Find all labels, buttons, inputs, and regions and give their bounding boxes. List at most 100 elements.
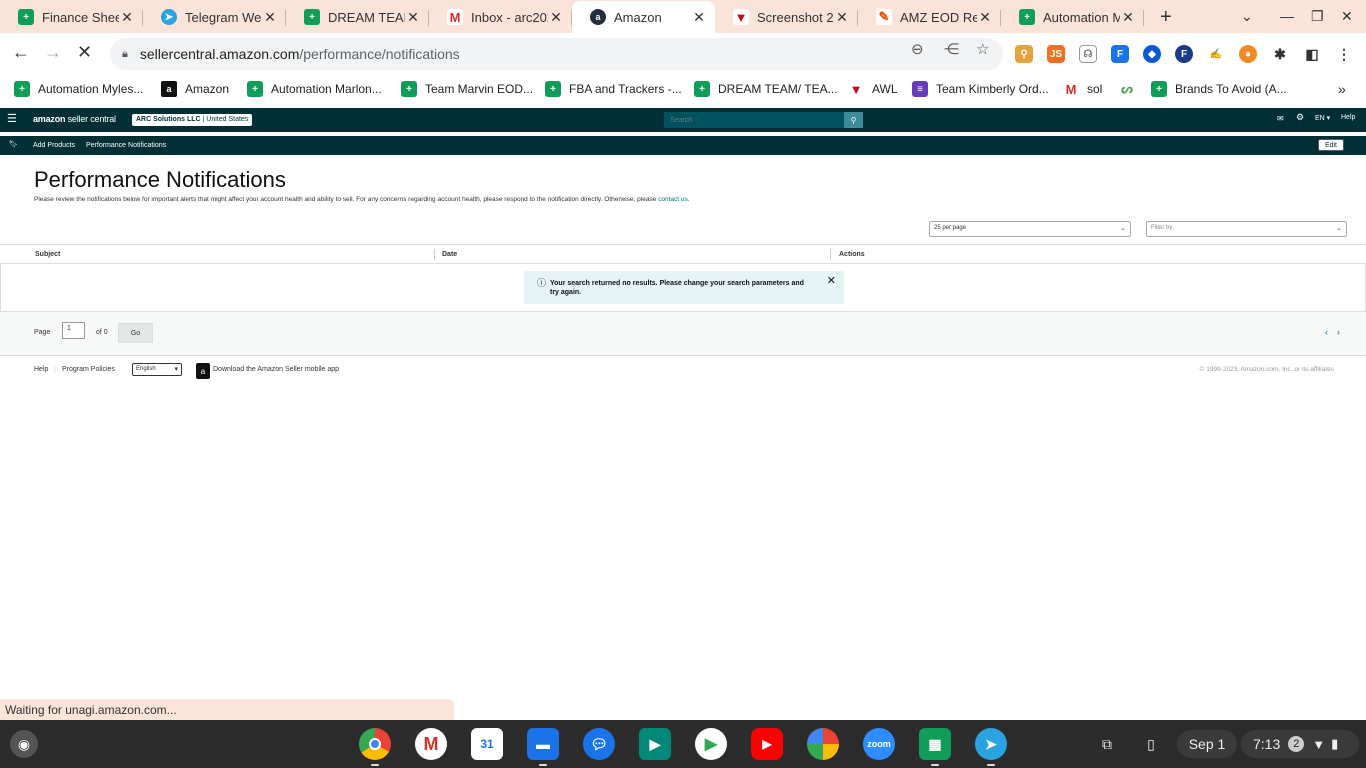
bookmark-star-icon[interactable]: ☆ bbox=[976, 40, 989, 58]
restore-icon[interactable]: ❐ bbox=[1311, 8, 1324, 25]
close-icon[interactable]: ✕ bbox=[834, 9, 850, 26]
zoom-icon[interactable]: ⊖ bbox=[911, 40, 924, 58]
tab-search-icon[interactable]: ⌄ bbox=[1241, 8, 1253, 25]
stop-loading-icon[interactable]: ✕ bbox=[77, 42, 92, 63]
bookmark-item[interactable]: + DREAM TEAM/ TEA... bbox=[694, 81, 838, 97]
ring-extension-icon[interactable]: ◆ bbox=[1143, 45, 1161, 63]
messages-icon[interactable]: 💬︎ bbox=[583, 728, 615, 760]
tab-telegram[interactable]: ➤ Telegram Web ✕ bbox=[143, 1, 286, 33]
hamburger-menu-icon[interactable]: ☰ bbox=[7, 112, 17, 125]
fba-extension-icon[interactable]: F bbox=[1111, 45, 1129, 63]
holding-space-icon[interactable]: ⧉ bbox=[1092, 730, 1122, 758]
tab-finance-sheet[interactable]: + Finance Sheet ✕ bbox=[0, 1, 143, 33]
close-window-icon[interactable]: ✕ bbox=[1341, 8, 1353, 25]
bookmark-item[interactable]: + Automation Myles... bbox=[14, 81, 143, 97]
tab-screenshot[interactable]: ▼ Screenshot 20 ✕ bbox=[715, 1, 858, 33]
youtube-icon[interactable]: ▶ bbox=[751, 728, 783, 760]
tab-inbox[interactable]: M Inbox - arc202 ✕ bbox=[429, 1, 572, 33]
footer-help-link[interactable]: Help bbox=[34, 366, 48, 373]
help-link[interactable]: Help bbox=[1341, 114, 1355, 121]
share-icon[interactable]: ⋲ bbox=[944, 40, 959, 58]
chrome-icon[interactable] bbox=[359, 728, 391, 766]
sign-extension-icon[interactable]: ✍ bbox=[1207, 45, 1225, 63]
footer-language-select[interactable]: English ▾ bbox=[132, 363, 182, 376]
bookmark-item[interactable]: + Team Marvin EOD... bbox=[401, 81, 533, 97]
bookmark-item[interactable]: + FBA and Trackers -... bbox=[545, 81, 682, 97]
tab-dream-team[interactable]: + DREAM TEAM/ ✕ bbox=[286, 1, 429, 33]
bookmark-item[interactable]: ᔕ bbox=[1119, 81, 1143, 97]
close-icon[interactable]: ✕ bbox=[548, 9, 564, 26]
side-panel-icon[interactable]: ◧ bbox=[1303, 45, 1321, 63]
back-icon[interactable]: ← bbox=[12, 42, 30, 63]
gear-icon[interactable]: ⚙ bbox=[1296, 112, 1304, 123]
forward-icon[interactable]: → bbox=[44, 42, 62, 63]
tab-amz-eod[interactable]: ✎ AMZ EOD Repo ✕ bbox=[858, 1, 1001, 33]
bookmark-item[interactable]: Msol bbox=[1063, 81, 1102, 97]
seller-central-logo[interactable]: amazon seller central bbox=[33, 114, 116, 124]
browser-tab-strip: + Finance Sheet ✕ ➤ Telegram Web ✕ + DRE… bbox=[0, 0, 1366, 33]
bookmark-label: AWL bbox=[872, 82, 898, 96]
mail-icon[interactable]: ✉ bbox=[1277, 114, 1284, 123]
bookmark-item[interactable]: + Automation Marlon... bbox=[247, 81, 382, 97]
photos-icon[interactable] bbox=[807, 728, 839, 760]
calendar-icon[interactable]: 31 bbox=[471, 728, 503, 760]
headset-extension-icon[interactable]: ☊ bbox=[1079, 45, 1097, 63]
per-page-select[interactable]: 25 per page ⌄ bbox=[929, 221, 1131, 237]
nav-performance-notifications[interactable]: Performance Notifications bbox=[86, 142, 166, 149]
f-extension-icon[interactable]: F bbox=[1175, 45, 1193, 63]
column-subject[interactable]: Subject bbox=[29, 251, 60, 258]
play-store-icon[interactable]: ▶ bbox=[695, 728, 727, 760]
js-extension-icon[interactable]: JS bbox=[1047, 45, 1065, 63]
close-icon[interactable]: ✕ bbox=[691, 9, 707, 26]
close-icon[interactable]: ✕ bbox=[827, 276, 836, 287]
bookmark-item[interactable]: ▼ AWL bbox=[848, 81, 898, 97]
date-display[interactable]: Sep 1 bbox=[1177, 730, 1237, 758]
contact-us-link[interactable]: contact us bbox=[658, 196, 688, 203]
zoom-icon[interactable]: zoom bbox=[863, 728, 895, 760]
new-tab-icon[interactable]: + bbox=[1160, 6, 1172, 29]
edit-button[interactable]: Edit bbox=[1317, 139, 1344, 151]
language-selector[interactable]: EN ▾ bbox=[1315, 114, 1330, 122]
status-area[interactable]: 7:13 2 ▼ ▮ bbox=[1241, 730, 1359, 758]
download-app-link[interactable]: Download the Amazon Seller mobile app bbox=[213, 366, 339, 373]
address-bar[interactable]: 🔒︎ sellercentral.amazon.com/performance/… bbox=[110, 38, 1003, 70]
nav-add-products[interactable]: Add Products bbox=[33, 142, 75, 149]
gmail-icon: M bbox=[1063, 81, 1079, 97]
puzzle-icon[interactable]: ✱ bbox=[1271, 45, 1289, 63]
search-icon[interactable]: ⚲ bbox=[844, 112, 863, 128]
more-bookmarks-icon[interactable]: » bbox=[1338, 81, 1346, 97]
page-number-input[interactable]: 1 bbox=[62, 322, 85, 339]
minimize-icon[interactable]: — bbox=[1280, 8, 1294, 24]
telegram-icon[interactable]: ➤ bbox=[975, 728, 1007, 766]
meet-icon[interactable]: ▶ bbox=[639, 728, 671, 760]
close-icon[interactable]: ✕ bbox=[977, 9, 993, 26]
more-menu-icon[interactable]: ⋮ bbox=[1335, 45, 1353, 63]
circle-extension-icon[interactable]: ● bbox=[1239, 45, 1257, 63]
close-icon[interactable]: ✕ bbox=[1120, 9, 1136, 26]
go-button[interactable]: Go bbox=[118, 323, 153, 343]
bookmark-icon[interactable]: 🔖︎ bbox=[9, 140, 18, 148]
filter-by-select[interactable]: Filter by ⌄ bbox=[1146, 221, 1347, 237]
extension-icon[interactable]: ⚲ bbox=[1015, 45, 1033, 63]
seller-search-input[interactable] bbox=[664, 112, 844, 128]
bookmark-item[interactable]: ≡ Team Kimberly Ord... bbox=[912, 81, 1049, 97]
tab-automation[interactable]: + Automation M ✕ bbox=[1001, 1, 1144, 33]
bookmark-item[interactable]: a Amazon bbox=[161, 81, 229, 97]
close-icon[interactable]: ✕ bbox=[262, 9, 278, 26]
next-page-icon[interactable]: › bbox=[1337, 327, 1340, 337]
close-icon[interactable]: ✕ bbox=[119, 9, 135, 26]
phone-hub-icon[interactable]: ▯ bbox=[1136, 730, 1166, 758]
telegram-icon: ➤ bbox=[161, 9, 177, 25]
prev-page-icon[interactable]: ‹ bbox=[1325, 327, 1328, 337]
calculator-icon[interactable]: ▦ bbox=[919, 728, 951, 766]
url-domain: sellercentral.amazon.com bbox=[139, 46, 300, 62]
tab-amazon[interactable]: a Amazon ✕ bbox=[572, 1, 715, 33]
bookmark-item[interactable]: + Brands To Avoid (A... bbox=[1151, 81, 1287, 97]
program-policies-link[interactable]: Program Policies bbox=[62, 366, 115, 373]
gmail-icon[interactable]: M bbox=[415, 728, 447, 760]
account-switcher[interactable]: ARC Solutions LLC | United States bbox=[132, 114, 253, 126]
launcher-icon[interactable]: ◉ bbox=[10, 730, 38, 758]
close-icon[interactable]: ✕ bbox=[405, 9, 421, 26]
files-icon[interactable]: ▬ bbox=[527, 728, 559, 766]
column-date[interactable]: Date bbox=[436, 251, 457, 258]
